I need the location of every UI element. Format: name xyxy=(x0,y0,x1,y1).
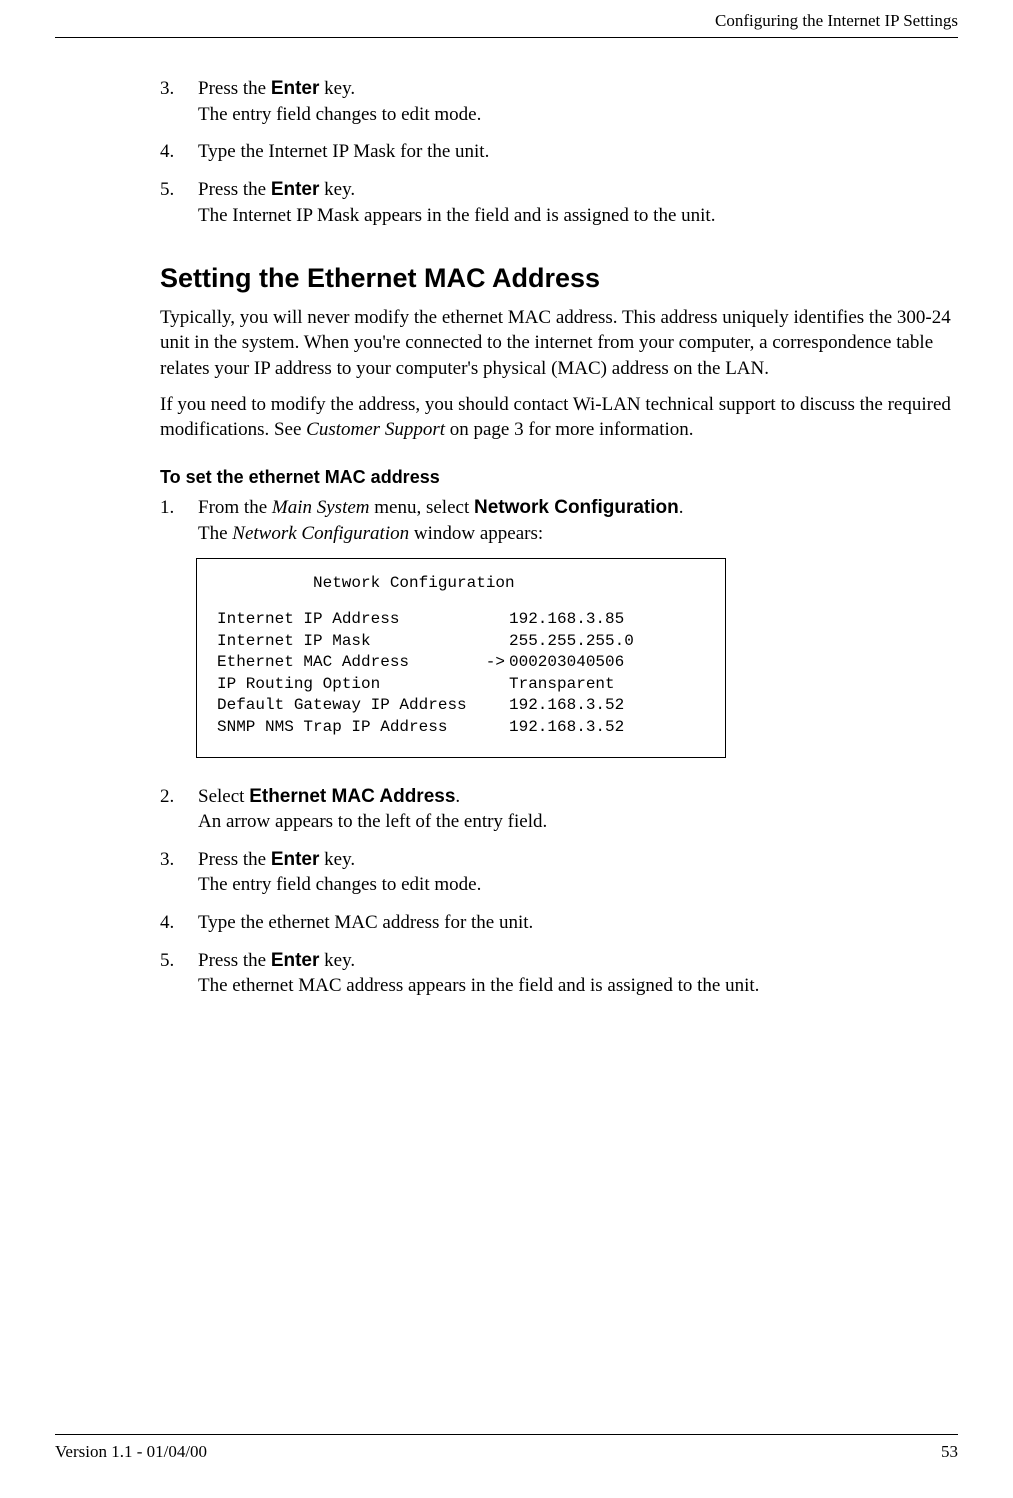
step-text: Press the xyxy=(198,179,271,200)
config-arrow xyxy=(475,717,509,739)
step-text: Type the Internet IP Mask for the unit. xyxy=(198,141,489,162)
config-row: Ethernet MAC Address->000203040506 xyxy=(217,652,713,674)
config-label: IP Routing Option xyxy=(217,674,475,696)
config-arrow xyxy=(475,695,509,717)
menu-name: Main System xyxy=(272,497,370,518)
step-item: 5. Press the Enter key. The ethernet MAC… xyxy=(160,948,958,999)
step-number: 2. xyxy=(160,784,174,810)
key-name: Enter xyxy=(271,78,320,99)
body-paragraph: If you need to modify the address, you s… xyxy=(160,392,958,443)
step-text: key. xyxy=(319,78,355,99)
window-name: Network Configuration xyxy=(232,523,409,544)
key-name: Enter xyxy=(271,950,320,971)
config-row: IP Routing Option Transparent xyxy=(217,674,713,696)
step-text: Press the xyxy=(198,950,271,971)
step-result: An arrow appears to the left of the entr… xyxy=(198,811,547,832)
step-result: The entry field changes to edit mode. xyxy=(198,874,481,895)
step-number: 3. xyxy=(160,847,174,873)
config-row: Internet IP Address 192.168.3.85 xyxy=(217,609,713,631)
step-text: . xyxy=(455,786,460,807)
config-label: Internet IP Mask xyxy=(217,631,475,653)
config-value: Transparent xyxy=(509,674,615,696)
step-result: window appears: xyxy=(409,523,543,544)
config-arrow xyxy=(475,631,509,653)
steps-list-proc: 1. From the Main System menu, select Net… xyxy=(160,495,958,546)
config-value: 192.168.3.52 xyxy=(509,717,624,739)
config-arrow: -> xyxy=(475,652,509,674)
key-name: Enter xyxy=(271,179,320,200)
step-text: key. xyxy=(319,849,355,870)
page-content: 3. Press the Enter key. The entry field … xyxy=(160,76,958,999)
step-text: Select xyxy=(198,786,249,807)
step-number: 5. xyxy=(160,948,174,974)
footer-page-number: 53 xyxy=(941,1441,958,1464)
step-text: Type the ethernet MAC address for the un… xyxy=(198,912,533,933)
step-text: From the xyxy=(198,497,272,518)
config-row: SNMP NMS Trap IP Address 192.168.3.52 xyxy=(217,717,713,739)
step-text: key. xyxy=(319,179,355,200)
step-text: key. xyxy=(319,950,355,971)
config-row: Internet IP Mask 255.255.255.0 xyxy=(217,631,713,653)
steps-list-top: 3. Press the Enter key. The entry field … xyxy=(160,76,958,228)
body-paragraph: Typically, you will never modify the eth… xyxy=(160,305,958,382)
config-label: Ethernet MAC Address xyxy=(217,652,475,674)
page-header: Configuring the Internet IP Settings xyxy=(55,10,958,38)
footer-version: Version 1.1 - 01/04/00 xyxy=(55,1441,207,1464)
step-text: . xyxy=(679,497,684,518)
step-item: 2. Select Ethernet MAC Address. An arrow… xyxy=(160,784,958,835)
step-item: 4. Type the ethernet MAC address for the… xyxy=(160,910,958,936)
step-result: The Internet IP Mask appears in the fiel… xyxy=(198,205,715,226)
field-name: Ethernet MAC Address xyxy=(249,786,455,807)
config-label: SNMP NMS Trap IP Address xyxy=(217,717,475,739)
step-item: 4. Type the Internet IP Mask for the uni… xyxy=(160,139,958,165)
step-item: 5. Press the Enter key. The Internet IP … xyxy=(160,177,958,228)
step-number: 5. xyxy=(160,177,174,203)
page-footer: Version 1.1 - 01/04/00 53 xyxy=(55,1434,958,1464)
step-number: 4. xyxy=(160,910,174,936)
step-result: The ethernet MAC address appears in the … xyxy=(198,975,759,996)
procedure-heading: To set the ethernet MAC address xyxy=(160,465,958,489)
step-item: 3. Press the Enter key. The entry field … xyxy=(160,847,958,898)
steps-list-proc-cont: 2. Select Ethernet MAC Address. An arrow… xyxy=(160,784,958,999)
step-text: menu, select xyxy=(370,497,474,518)
step-number: 3. xyxy=(160,76,174,102)
step-text: Press the xyxy=(198,78,271,99)
config-value: 255.255.255.0 xyxy=(509,631,634,653)
config-value: 192.168.3.52 xyxy=(509,695,624,717)
cross-reference: Customer Support xyxy=(306,419,445,440)
step-number: 1. xyxy=(160,495,174,521)
terminal-screenshot: Network Configuration Internet IP Address… xyxy=(196,558,726,757)
para-text: on page 3 for more information. xyxy=(445,419,694,440)
config-arrow xyxy=(475,674,509,696)
step-item: 1. From the Main System menu, select Net… xyxy=(160,495,958,546)
config-label: Internet IP Address xyxy=(217,609,475,631)
step-result: The xyxy=(198,523,232,544)
menu-item: Network Configuration xyxy=(474,497,679,518)
section-heading: Setting the Ethernet MAC Address xyxy=(160,260,958,296)
config-value: 000203040506 xyxy=(509,652,624,674)
step-number: 4. xyxy=(160,139,174,165)
config-row: Default Gateway IP Address 192.168.3.52 xyxy=(217,695,713,717)
step-result: The entry field changes to edit mode. xyxy=(198,104,481,125)
config-value: 192.168.3.85 xyxy=(509,609,624,631)
step-text: Press the xyxy=(198,849,271,870)
key-name: Enter xyxy=(271,849,320,870)
step-item: 3. Press the Enter key. The entry field … xyxy=(160,76,958,127)
config-label: Default Gateway IP Address xyxy=(217,695,475,717)
config-title: Network Configuration xyxy=(217,573,713,595)
config-arrow xyxy=(475,609,509,631)
